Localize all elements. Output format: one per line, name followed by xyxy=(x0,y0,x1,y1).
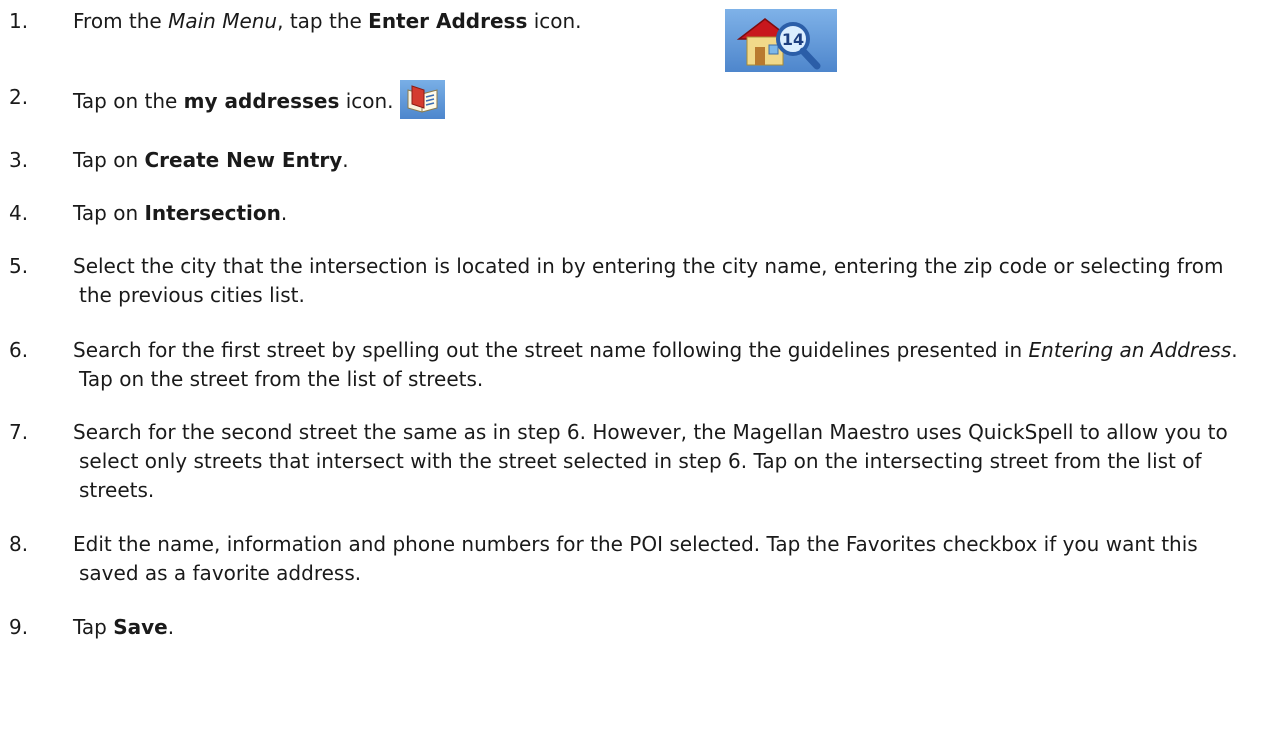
step-number: 3. xyxy=(9,148,29,172)
enter-address-icon: 14 xyxy=(725,9,837,72)
step-text-segment: Edit the name, information and phone num… xyxy=(73,532,1198,585)
step-text: From the Main Menu, tap the Enter Addres… xyxy=(73,7,1253,36)
bold-term: my addresses xyxy=(183,89,340,113)
step-text: Select the city that the intersection is… xyxy=(73,252,1259,310)
step-number: 7. xyxy=(9,420,29,444)
bold-term: Enter Address xyxy=(368,9,528,33)
my-addresses-icon xyxy=(399,80,445,119)
step-text-segment: Tap on the xyxy=(73,89,184,113)
step-number: 2. xyxy=(9,85,29,109)
step-text: Search for the second street the same as… xyxy=(73,418,1259,505)
step-number: 8. xyxy=(9,532,29,556)
bold-term: Save xyxy=(113,615,168,639)
enter-address-badge-number: 14 xyxy=(782,30,804,49)
bold-term: Intersection xyxy=(144,201,281,225)
step-text-segment: . xyxy=(342,148,349,172)
step-number: 4. xyxy=(9,201,29,225)
step-number: 6. xyxy=(9,338,29,362)
step-number: 5. xyxy=(9,254,29,278)
step-text: Search for the first street by spelling … xyxy=(73,336,1259,394)
step-text-segment: Select the city that the intersection is… xyxy=(73,254,1224,307)
step-number: 1. xyxy=(9,9,29,33)
step-text-segment: From the xyxy=(73,9,169,33)
step-text: Tap Save. xyxy=(73,613,1253,642)
step-text-segment: Tap on xyxy=(73,148,145,172)
address-book-icon xyxy=(407,85,438,113)
step-text-segment: . xyxy=(280,201,288,225)
step-text-segment: , tap the xyxy=(277,9,369,33)
step-text-segment: . xyxy=(167,615,175,639)
step-text-segment: Search for the second street the same as… xyxy=(73,420,1228,502)
step-text: Tap on Create New Entry. xyxy=(73,146,1253,175)
step-number: 9. xyxy=(9,615,29,639)
house-magnifier-icon: 14 xyxy=(736,18,821,70)
step-text-segment: icon. xyxy=(339,89,394,113)
italic-term: Entering an Address xyxy=(1028,338,1232,362)
step-text-segment: Tap xyxy=(73,615,114,639)
step-text: Tap on Intersection. xyxy=(73,199,1253,228)
step-text-segment: icon. xyxy=(527,9,582,33)
italic-term: Main Menu xyxy=(168,9,278,33)
step-text-segment: Search for the first street by spelling … xyxy=(73,338,1029,362)
bold-term: Create New Entry xyxy=(144,148,343,172)
step-text: Tap on the my addresses icon. xyxy=(73,80,1253,122)
step-text: Edit the name, information and phone num… xyxy=(73,530,1259,588)
step-text-segment: Tap on xyxy=(73,201,145,225)
